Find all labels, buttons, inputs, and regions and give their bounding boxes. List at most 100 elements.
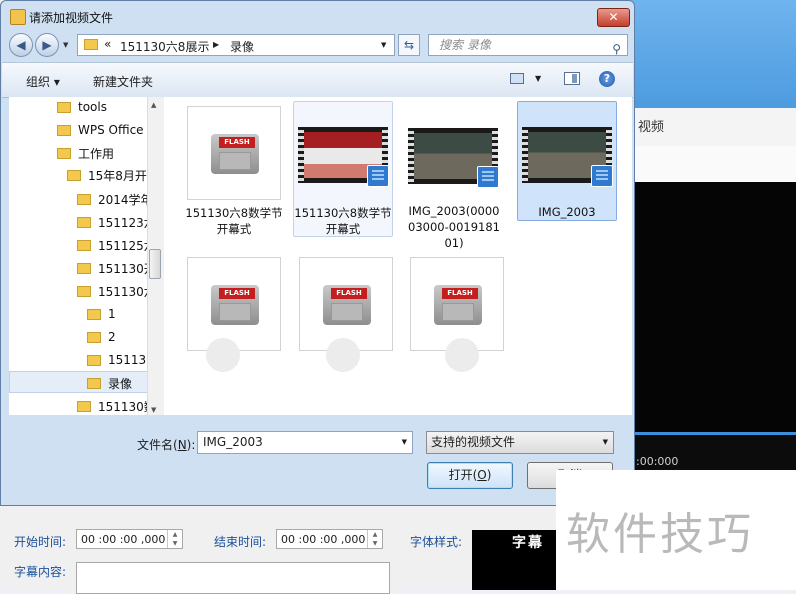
- tree-item[interactable]: 151130数: [77, 396, 155, 415]
- folder-icon: [77, 285, 91, 297]
- dialog-title: 请添加视频文件: [29, 11, 114, 25]
- file-name: IMG_2003(0000 03000-0019181 01): [408, 204, 500, 250]
- tree-item[interactable]: tools: [57, 97, 107, 117]
- video-thumbnail: [408, 128, 499, 188]
- tree-item[interactable]: 2014学年: [77, 189, 153, 209]
- close-button[interactable]: ✕: [597, 8, 630, 27]
- filetype-select[interactable]: 支持的视频文件 ▼: [426, 431, 614, 454]
- file-item[interactable]: 151130六8数学节开幕式: [293, 101, 393, 237]
- file-item[interactable]: [184, 254, 284, 372]
- tree-item[interactable]: 151123六: [77, 212, 155, 232]
- subtitle-content-input[interactable]: [76, 562, 390, 594]
- filename-dropdown[interactable]: ▼: [402, 432, 407, 453]
- tree-item-label: WPS Office: [78, 123, 144, 137]
- tree-item[interactable]: 15年8月开始: [67, 165, 156, 185]
- file-thumbnail: [407, 106, 501, 200]
- folder-icon: [57, 147, 71, 159]
- file-thumbnail: [297, 105, 391, 199]
- chevron-down-icon[interactable]: ▼: [603, 432, 608, 453]
- search-input[interactable]: 搜索 录像 ⚲: [428, 34, 628, 56]
- tree-item[interactable]: 151130六: [77, 281, 155, 301]
- preview-pane-icon[interactable]: [564, 72, 580, 85]
- folder-icon: [57, 101, 71, 113]
- tree-item[interactable]: 2: [87, 327, 116, 347]
- tree-item[interactable]: 1: [87, 304, 116, 324]
- tree-item-selected[interactable]: 录像: [87, 373, 132, 393]
- flash-file-icon: [211, 285, 259, 325]
- flash-file-icon: [323, 285, 371, 325]
- end-time-input[interactable]: 00 :00 :00 ,000 ▲ ▼: [276, 529, 383, 549]
- scroll-down-icon[interactable]: ▼: [151, 406, 156, 414]
- file-item[interactable]: 151130六8数学节开幕式: [184, 103, 284, 237]
- address-bar[interactable]: « 151130六8展示 ▶ 录像 ▼: [77, 34, 395, 56]
- end-time-value: 00 :00 :00 ,000: [281, 532, 366, 546]
- video-thumbnail: [522, 127, 613, 187]
- end-time-label: 结束时间:: [214, 535, 267, 549]
- file-name: IMG_2003: [538, 205, 596, 219]
- file-item-selected[interactable]: IMG_2003: [517, 101, 617, 221]
- tree-item[interactable]: 151130: [87, 350, 154, 370]
- file-item[interactable]: [296, 254, 396, 372]
- video-thumbnail: [298, 127, 389, 187]
- filename-label: 文件名(N):: [137, 438, 196, 452]
- flash-file-icon: [434, 285, 482, 325]
- breadcrumb-parent[interactable]: 151130六8展示: [120, 38, 209, 55]
- open-button[interactable]: 打开(O): [427, 462, 513, 489]
- new-folder-button[interactable]: 新建文件夹: [93, 73, 153, 90]
- search-icon[interactable]: ⚲: [612, 39, 621, 59]
- tree-scrollbar-thumb[interactable]: [149, 249, 161, 279]
- scroll-up-icon[interactable]: ▲: [151, 101, 156, 109]
- tree-item[interactable]: WPS Office: [57, 120, 144, 140]
- breadcrumb-current[interactable]: 录像: [230, 38, 254, 55]
- filename-value: IMG_2003: [203, 435, 263, 449]
- file-item[interactable]: [407, 254, 507, 372]
- tree-item[interactable]: 工作用: [57, 143, 114, 163]
- video-file-icon: [477, 166, 499, 188]
- command-toolbar: 组织 ▾ 新建文件夹 ▼ ?: [2, 62, 633, 98]
- forward-arrow-icon: ▶: [42, 38, 52, 52]
- address-dropdown[interactable]: ▼: [381, 41, 386, 49]
- file-thumbnail: [410, 257, 504, 351]
- tree-item-label: 2: [108, 330, 116, 344]
- font-preview: 字幕: [472, 530, 558, 590]
- view-icon[interactable]: [510, 73, 524, 84]
- tree-item-label: 1: [108, 307, 116, 321]
- tree-item[interactable]: 151130开: [77, 258, 155, 278]
- tree-item-label: tools: [78, 100, 107, 114]
- end-time-spinner[interactable]: ▲ ▼: [367, 530, 382, 548]
- file-thumbnail: [187, 106, 281, 200]
- file-thumbnail: [187, 257, 281, 351]
- start-time-input[interactable]: 00 :00 :00 ,000 ▲ ▼: [76, 529, 183, 549]
- tree-item-label: 15年8月开始: [88, 168, 156, 183]
- back-button[interactable]: ◀: [9, 33, 33, 57]
- breadcrumb-arrow-icon[interactable]: ▶: [213, 40, 219, 49]
- obscured-label: [206, 338, 240, 372]
- font-style-label: 字体样式:: [410, 535, 463, 549]
- start-time-spinner[interactable]: ▲ ▼: [167, 530, 182, 548]
- help-icon[interactable]: ?: [599, 71, 615, 87]
- tree-item-label: 2014学年: [98, 192, 153, 207]
- filetype-value: 支持的视频文件: [431, 435, 516, 449]
- app-icon: [10, 9, 26, 25]
- refresh-button[interactable]: ⇆: [398, 34, 420, 56]
- folder-icon: [87, 377, 101, 389]
- folder-icon: [77, 262, 91, 274]
- tree-item[interactable]: 151125六: [77, 235, 155, 255]
- folder-icon: [77, 239, 91, 251]
- menu-item-video[interactable]: 视频: [638, 116, 664, 135]
- forward-button[interactable]: ▶: [35, 33, 59, 57]
- organize-button[interactable]: 组织 ▾: [26, 73, 60, 90]
- filename-input[interactable]: IMG_2003 ▼: [197, 431, 413, 454]
- navigation-tree: tools WPS Office 工作用 15年8月开始 2014学年 1511…: [9, 97, 156, 415]
- watermark-label: 软件技巧: [566, 509, 754, 560]
- file-item[interactable]: IMG_2003(0000 03000-0019181 01): [404, 103, 504, 253]
- file-name: 151130六8数学节开幕式: [185, 206, 283, 236]
- view-dropdown[interactable]: ▼: [535, 74, 541, 83]
- recent-locations-dropdown[interactable]: ▼: [63, 41, 68, 49]
- back-arrow-icon: ◀: [16, 38, 26, 52]
- address-overflow[interactable]: «: [104, 37, 111, 51]
- tree-item-label: 工作用: [78, 146, 115, 161]
- folder-icon: [57, 124, 71, 136]
- refresh-icon: ⇆: [403, 38, 415, 52]
- start-time-label: 开始时间:: [14, 535, 67, 549]
